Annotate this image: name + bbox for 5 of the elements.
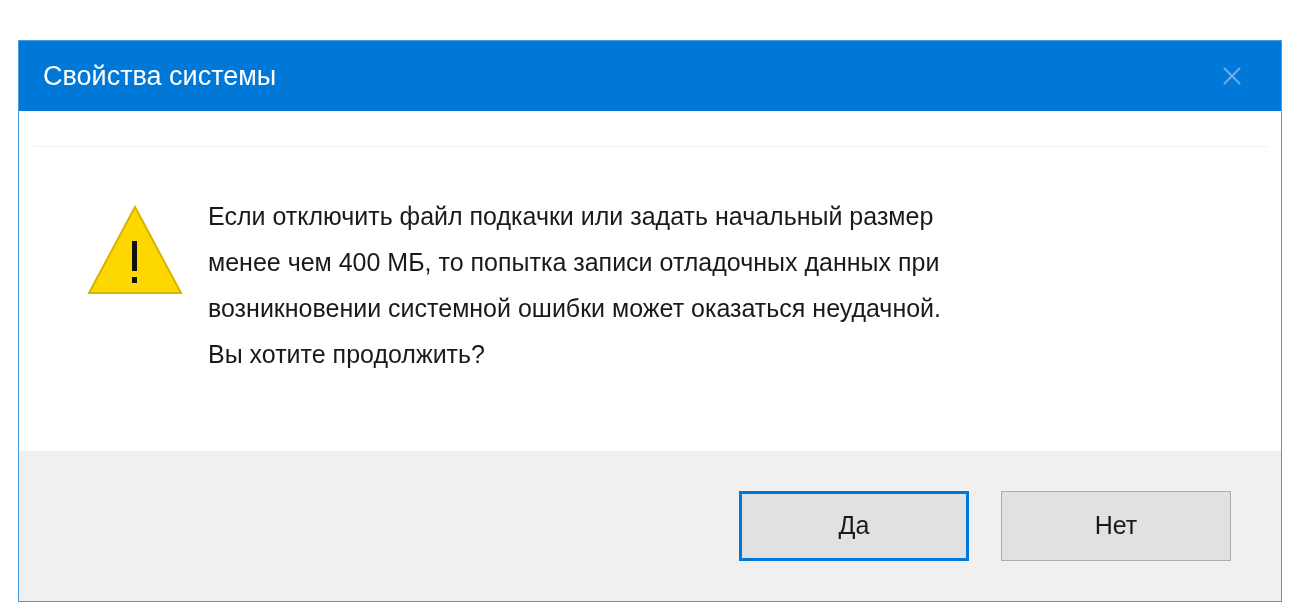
dialog-button[interactable]: Нет <box>1001 491 1231 561</box>
dialog-button[interactable]: Да <box>739 491 969 561</box>
window-title: Свойства системы <box>43 59 277 93</box>
warning-icon <box>87 205 183 297</box>
message-text: Если отключить файл подкачки или задать начальный размер менее чем 400 МБ, то попытка записи отладочных данных при возникновении системной ошибки может оказаться неудачной. Вы хотите продолжить? <box>208 201 941 370</box>
